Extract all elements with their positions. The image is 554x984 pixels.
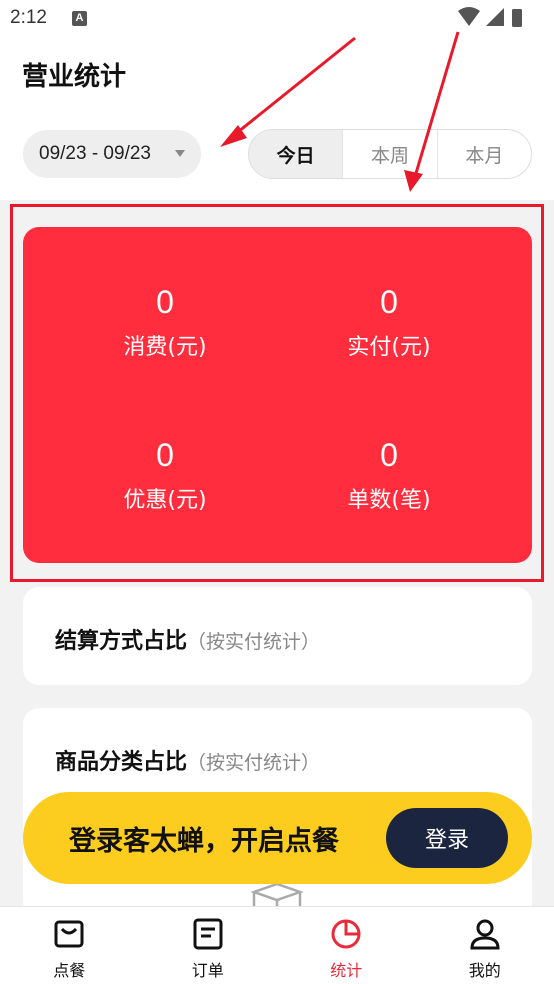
status-icons — [458, 7, 522, 27]
battery-icon — [512, 9, 522, 27]
date-range-text: 09/23 - 09/23 — [39, 143, 151, 164]
pie-chart-icon — [331, 919, 361, 949]
login-banner: 登录客太蝉，开启点餐 登录 — [23, 792, 532, 884]
stat-orders: 0 单数(笔) — [289, 436, 489, 514]
user-icon — [470, 919, 500, 950]
tab-orders[interactable]: 订单 — [139, 907, 278, 984]
wifi-icon — [458, 7, 480, 26]
panel-title: 结算方式占比（按实付统计） — [55, 623, 320, 655]
period-segmented-control: 今日 本周 本月 — [248, 129, 532, 179]
stat-value: 0 — [156, 437, 174, 473]
orders-icon — [193, 918, 223, 950]
stat-value: 0 — [156, 284, 174, 320]
tab-label: 点餐 — [53, 961, 86, 980]
stat-consumption: 0 消费(元) — [65, 283, 265, 361]
tab-statistics[interactable]: 统计 — [277, 907, 416, 984]
panel-subtitle: （按实付统计） — [187, 752, 321, 774]
tab-this-month[interactable]: 本月 — [436, 130, 531, 178]
header: 营业统计 09/23 - 09/23 今日 本周 本月 — [0, 40, 554, 200]
stat-label: 实付(元) — [347, 335, 431, 360]
notification-icon: A — [72, 11, 87, 26]
tab-label: 统计 — [330, 961, 363, 980]
bottom-tab-bar: 点餐 订单 统计 我的 — [0, 906, 554, 984]
login-banner-text: 登录客太蝉，开启点餐 — [69, 826, 339, 857]
stat-value: 0 — [380, 437, 398, 473]
stat-label: 优惠(元) — [123, 488, 207, 513]
stat-label: 消费(元) — [123, 335, 207, 360]
panel-title: 商品分类占比（按实付统计） — [55, 744, 320, 776]
bag-icon — [54, 920, 84, 948]
payment-method-panel[interactable]: 结算方式占比（按实付统计） — [23, 587, 532, 685]
panel-subtitle: （按实付统计） — [187, 631, 321, 653]
tab-label: 我的 — [468, 961, 501, 980]
status-bar: 2:12 A — [0, 0, 554, 40]
signal-icon — [486, 8, 504, 26]
status-time: 2:12 — [10, 7, 47, 28]
caret-down-icon — [175, 150, 185, 157]
stat-paid: 0 实付(元) — [289, 283, 489, 361]
panel-title-text: 商品分类占比 — [55, 750, 188, 775]
panel-title-text: 结算方式占比 — [55, 629, 188, 654]
stat-label: 单数(笔) — [347, 488, 431, 513]
tab-order-food[interactable]: 点餐 — [0, 907, 139, 984]
date-range-picker[interactable]: 09/23 - 09/23 — [23, 130, 201, 178]
tab-profile[interactable]: 我的 — [416, 907, 554, 984]
login-button[interactable]: 登录 — [386, 808, 508, 868]
tab-today[interactable]: 今日 — [249, 130, 343, 178]
stats-card: 0 消费(元) 0 实付(元) 0 优惠(元) 0 单数(笔) — [23, 227, 532, 563]
tab-this-week[interactable]: 本周 — [342, 130, 436, 178]
stat-value: 0 — [380, 284, 398, 320]
page-title: 营业统计 — [22, 62, 127, 92]
stat-discount: 0 优惠(元) — [65, 436, 265, 514]
tab-label: 订单 — [191, 961, 224, 980]
